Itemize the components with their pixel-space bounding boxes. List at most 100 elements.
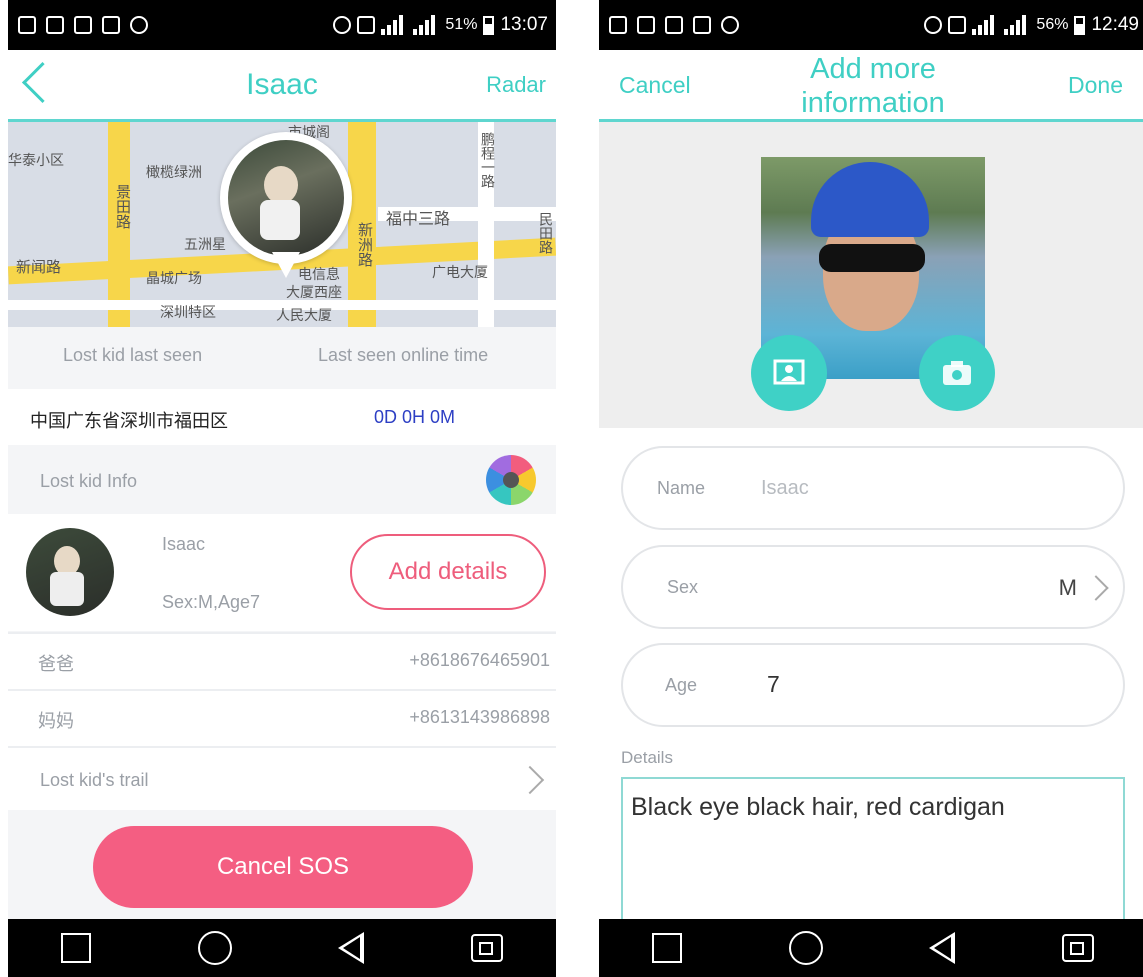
switch-app-icon[interactable] [470, 934, 503, 962]
map-label: 晶城广场 [146, 270, 202, 286]
field-label: Sex [667, 577, 699, 597]
lost-kid-screen: 51% 13:07 Isaac Radar 华泰小区 橄榄绿洲 景田路 五洲星 … [8, 0, 556, 977]
aperture-icon[interactable] [486, 455, 536, 505]
battery-icon [483, 15, 495, 35]
sex-field[interactable]: Sex M [621, 545, 1125, 629]
search-icon [721, 16, 739, 34]
camera-button[interactable] [919, 335, 995, 411]
location-map[interactable]: 华泰小区 橄榄绿洲 景田路 五洲星 晶城广场 电信息 大厦西座 深圳特区 人民大… [8, 122, 556, 327]
age-field[interactable]: Age 7 [621, 643, 1125, 727]
camera-icon [943, 361, 971, 385]
app-header: Cancel Add more information Done [599, 50, 1143, 122]
contact-row[interactable]: 爸爸 +8618676465901 [8, 632, 556, 689]
signal-icon [413, 15, 439, 35]
signal-icon [1004, 15, 1030, 35]
title-line: Add more [810, 53, 936, 85]
gallery-button[interactable] [751, 335, 827, 411]
battery-icon [1074, 15, 1086, 35]
address: 中国广东省深圳市福田区 [30, 411, 228, 431]
facebook-icon [693, 16, 711, 34]
map-label: 鹏程一路 [480, 132, 496, 188]
kid-name: Isaac [162, 534, 206, 554]
location-pin[interactable] [220, 132, 352, 278]
kid-photo [228, 140, 344, 256]
field-label: Name [657, 478, 706, 498]
elapsed-time: 0D 0H 0M [374, 407, 456, 427]
contact-relation: 妈妈 [38, 711, 74, 731]
app-icon [74, 16, 92, 34]
chevron-right-icon [1083, 575, 1109, 601]
app-header: Isaac Radar [8, 50, 556, 122]
kid-details: Sex:M,Age7 [162, 592, 261, 612]
map-label: 新闻路 [16, 259, 62, 276]
facebook-icon [102, 16, 120, 34]
notification-icon [46, 16, 64, 34]
app-icon [665, 16, 683, 34]
message-icon [18, 16, 36, 34]
contact-phone[interactable]: +8613143986898 [409, 707, 550, 728]
signal-icon [381, 15, 407, 35]
battery-percent: 51% [445, 16, 478, 33]
map-label: 深圳特区 [160, 304, 216, 320]
map-label: 广电大厦 [432, 264, 488, 280]
map-label: 电信息 [298, 266, 340, 282]
home-icon[interactable] [197, 931, 232, 965]
name-input[interactable]: Isaac [761, 477, 809, 500]
recents-icon[interactable] [61, 933, 92, 963]
map-label: 大厦西座 [286, 284, 342, 300]
avatar [26, 528, 114, 616]
recents-icon[interactable] [652, 933, 683, 963]
last-seen-labels: Lost kid last seen Last seen online time [8, 327, 556, 389]
add-details-button[interactable]: Add details [350, 534, 546, 610]
notification-icon [637, 16, 655, 34]
map-label: 五洲星 [184, 236, 226, 252]
page-title: Isaac [246, 68, 318, 101]
sex-value[interactable]: M [1059, 575, 1077, 601]
vibrate-icon [948, 16, 967, 34]
map-label: 新洲路 [356, 222, 373, 267]
home-icon[interactable] [788, 931, 823, 965]
map-label: 景田路 [114, 184, 131, 229]
map-label: 人民大厦 [276, 307, 332, 323]
switch-app-icon[interactable] [1061, 934, 1094, 962]
bluetooth-icon [924, 16, 943, 34]
radar-button[interactable]: Radar [486, 72, 546, 98]
contact-row[interactable]: 妈妈 +8613143986898 [8, 689, 556, 746]
kid-profile: Isaac Sex:M,Age7 Add details [8, 514, 556, 631]
map-label: 福中三路 [386, 211, 451, 228]
details-label: Details [621, 748, 673, 767]
age-input[interactable]: 7 [767, 671, 780, 698]
system-nav-bar [8, 919, 556, 977]
name-field[interactable]: Name Isaac [621, 446, 1125, 530]
vibrate-icon [357, 16, 376, 34]
section-title: Lost kid Info [40, 471, 138, 491]
online-time-label: Last seen online time [318, 345, 489, 365]
bluetooth-icon [333, 16, 352, 34]
status-bar: 56% 12:49 [599, 0, 1143, 50]
status-bar: 51% 13:07 [8, 0, 556, 50]
clock: 13:07 [500, 14, 548, 35]
map-label: 民田路 [538, 212, 554, 254]
photo-area [599, 122, 1143, 428]
info-section-header: Lost kid Info [8, 445, 556, 513]
title-line: information [801, 87, 945, 119]
add-info-screen: 56% 12:49 Cancel Add more information Do… [599, 0, 1143, 977]
contact-relation: 爸爸 [38, 654, 74, 674]
done-button[interactable]: Done [1068, 72, 1123, 99]
message-icon [609, 16, 627, 34]
system-nav-bar [599, 919, 1143, 977]
last-seen-label: Lost kid last seen [63, 345, 203, 365]
battery-percent: 56% [1036, 16, 1069, 33]
trail-row[interactable]: Lost kid's trail [8, 746, 556, 810]
field-label: Age [665, 675, 698, 695]
search-icon [130, 16, 148, 34]
clock: 12:49 [1091, 14, 1139, 35]
contact-phone[interactable]: +8618676465901 [409, 650, 550, 671]
page-title: Add more information [599, 52, 1143, 120]
chevron-right-icon [515, 765, 545, 795]
cancel-sos-button[interactable]: Cancel SOS [93, 826, 473, 908]
back-icon[interactable] [338, 932, 365, 964]
location-row: 中国广东省深圳市福田区 0D 0H 0M [8, 389, 556, 445]
gallery-icon [773, 359, 805, 385]
back-icon[interactable] [929, 932, 956, 964]
